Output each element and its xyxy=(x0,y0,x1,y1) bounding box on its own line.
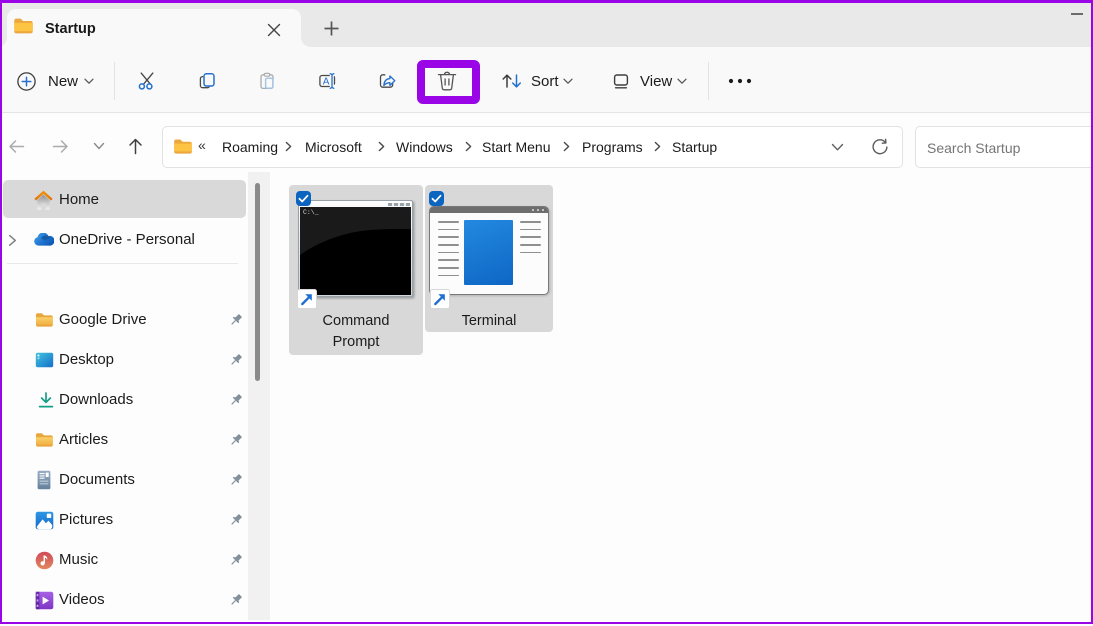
svg-text:A: A xyxy=(323,77,330,88)
